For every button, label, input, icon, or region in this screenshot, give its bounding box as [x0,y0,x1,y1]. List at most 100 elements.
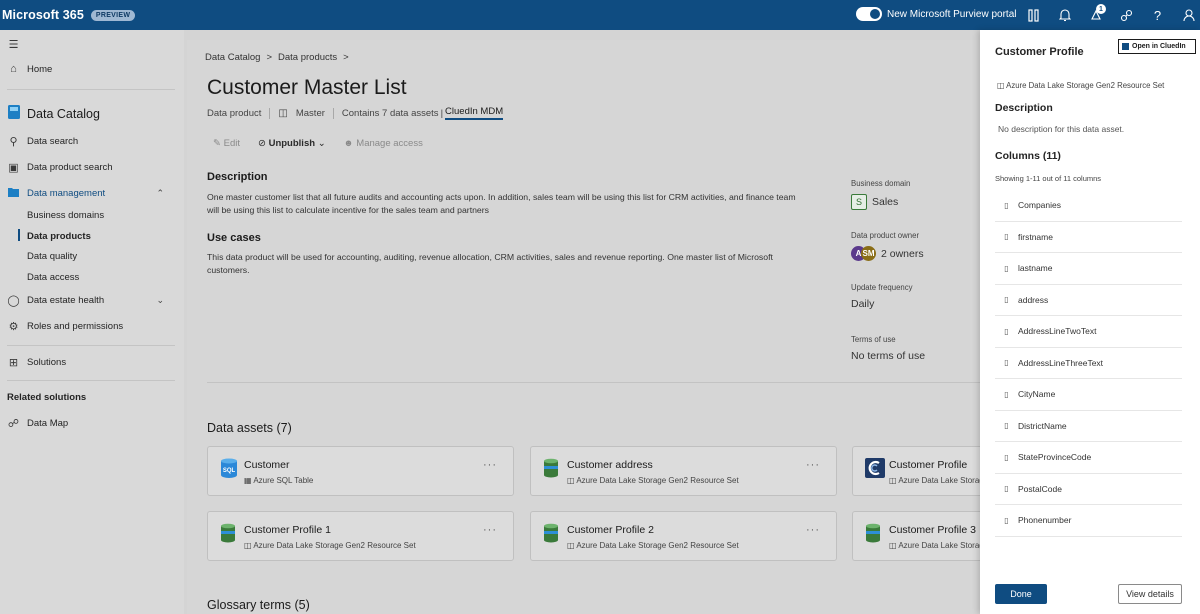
active-indicator [18,229,20,241]
nav-data-estate-health[interactable]: ◯ Data estate health ⌄ [0,294,184,307]
asset-card[interactable]: Customer Profile 3 ◫ Azure Data Lake Sto… [852,511,980,561]
owner-value[interactable]: A SM 2 owners [851,246,924,261]
nav-roles[interactable]: ⚙ Roles and permissions [0,320,184,333]
column-icon: ▯ [1004,452,1009,462]
manage-access-button[interactable]: ☻ Manage access [344,138,423,149]
terms-field: Terms of use No terms of use [851,335,925,362]
toolbar: ✎ Edit ⊘ Unpublish ⌄ ☻ Manage access [213,138,423,149]
panel-columns-heading: Columns (11) [995,150,1061,162]
asset-type: ◫ Azure Data Lake Storag [889,541,980,550]
brand-title[interactable]: Microsoft 365 [2,8,84,22]
breadcrumb-data-products[interactable]: Data products [278,52,337,63]
business-domain-label: Business domain [851,179,911,188]
column-row[interactable]: ▯ AddressLineThreeText [995,348,1182,379]
done-button[interactable]: Done [995,584,1047,604]
more-options-icon[interactable]: ··· [483,524,497,536]
user-icon[interactable] [1173,0,1200,30]
storage-icon [865,523,883,543]
column-icon: ▯ [1004,389,1009,399]
more-options-icon[interactable]: ··· [806,524,820,536]
business-domain-field: Business domain S Sales [851,179,910,210]
asset-card[interactable]: Customer address ◫ Azure Data Lake Stora… [530,446,837,496]
column-name: address [1018,294,1049,305]
column-row[interactable]: ▯ DistrictName [995,411,1182,442]
nav-data-management[interactable]: Data management ⌃ [0,186,184,201]
bell-icon[interactable] [1049,0,1080,30]
resource-set-icon: ◫ [889,476,897,485]
hamburger-menu[interactable]: ☰ [0,38,184,51]
asset-type-label: Azure Data Lake Storage Gen2 Resource Se… [576,541,739,550]
column-row[interactable]: ▯ firstname [995,222,1182,253]
nav-data-map[interactable]: ☍ Data Map [0,417,184,430]
nav-data-quality[interactable]: Data quality [27,251,77,262]
asset-type: ◫ Azure Data Lake Storage Gen2 Resource … [244,541,416,550]
column-name: StateProvinceCode [1018,452,1092,463]
preview-badge: PREVIEW [90,9,136,21]
nav-solutions-label: Solutions [27,357,67,368]
more-options-icon[interactable]: ··· [483,459,497,471]
nav-data-search[interactable]: ⚲ Data search [0,135,184,148]
link-icon[interactable] [1111,0,1142,30]
breadcrumb-data-catalog[interactable]: Data Catalog [205,52,260,63]
column-row[interactable]: ▯ StateProvinceCode [995,442,1182,474]
column-icon: ▯ [1004,326,1009,336]
sql-icon: SQL [220,458,238,478]
left-nav: ☰ ⌂ Home Data Catalog ⚲ Data search ▣ Da… [0,30,184,614]
open-in-cluedin-button[interactable]: Open in CluedIn [1118,39,1196,54]
column-row[interactable]: ▯ PostalCode [995,474,1182,505]
nav-data-catalog[interactable]: Data Catalog [0,104,184,123]
main-content: Data Catalog > Data products > Customer … [187,40,980,614]
resource-set-icon: ◫ [567,476,575,485]
nav-data-management-label: Data management [27,188,106,199]
business-domain-value[interactable]: S Sales [851,194,910,210]
cluedin-mdm-link[interactable]: CluedIn MDM [445,106,504,120]
help-icon[interactable]: ? [1142,0,1173,30]
storage-icon [543,523,561,543]
asset-card[interactable]: SQL Customer ▦ Azure SQL Table ··· [207,446,514,496]
nav-data-products[interactable]: Data products [27,231,91,242]
purview-toggle[interactable] [856,7,882,21]
details-panel: Customer Profile Open in CluedIn ◫ Azure… [980,30,1200,614]
column-row[interactable]: ▯ CityName [995,379,1182,411]
owner-label: Data product owner [851,231,920,240]
column-row[interactable]: ▯ Phonenumber [995,505,1182,537]
nav-solutions[interactable]: ⊞ Solutions [0,356,184,369]
usecases-text: This data product will be used for accou… [207,252,773,275]
asset-card[interactable]: Customer Profile 2 ◫ Azure Data Lake Sto… [530,511,837,561]
nav-home[interactable]: ⌂ Home [0,63,184,75]
column-icon: ▯ [1004,295,1009,305]
people-icon: ☻ [343,138,354,149]
more-options-icon[interactable]: ··· [806,459,820,471]
column-row[interactable]: ▯ AddressLineTwoText [995,316,1182,348]
nav-business-domains[interactable]: Business domains [27,210,104,221]
update-frequency-value: Daily [851,298,875,310]
unpublish-button[interactable]: ⊘ Unpublish ⌄ [258,138,326,149]
asset-card[interactable]: Customer Profile ◫ Azure Data Lake Stora… [852,446,980,496]
asset-type: ◫ Azure Data Lake Storage Gen2 Resource … [567,476,739,485]
notification-icon[interactable]: 1 [1080,0,1111,30]
terms-label: Terms of use [851,335,896,344]
top-icons: 1 ? [1018,0,1200,30]
open-in-cluedin-label: Open in CluedIn [1132,43,1186,50]
breadcrumb-separator: > [343,52,349,63]
nav-roles-label: Roles and permissions [27,321,124,332]
owner-avatars: A SM [851,246,876,261]
column-row[interactable]: ▯ address [995,285,1182,316]
column-icon: ▯ [1004,358,1009,368]
chevron-down-icon[interactable]: ⌄ [156,295,164,306]
compare-icon[interactable] [1018,0,1049,30]
column-row[interactable]: ▯ lastname [995,253,1182,285]
meta-type: Data product [207,107,262,119]
view-details-button[interactable]: View details [1118,584,1182,604]
hamburger-icon: ☰ [8,39,19,51]
column-row[interactable]: ▯ Companies [995,190,1182,222]
edit-button[interactable]: ✎ Edit [213,138,240,149]
nav-separator [7,380,175,381]
nav-data-access[interactable]: Data access [27,272,79,283]
description-heading: Description [207,171,268,183]
asset-type-label: Azure SQL Table [253,476,314,485]
panel-source: ◫ Azure Data Lake Storage Gen2 Resource … [997,81,1164,90]
asset-card[interactable]: Customer Profile 1 ◫ Azure Data Lake Sto… [207,511,514,561]
nav-data-product-search[interactable]: ▣ Data product search [0,161,184,174]
chevron-up-icon[interactable]: ⌃ [156,188,164,199]
